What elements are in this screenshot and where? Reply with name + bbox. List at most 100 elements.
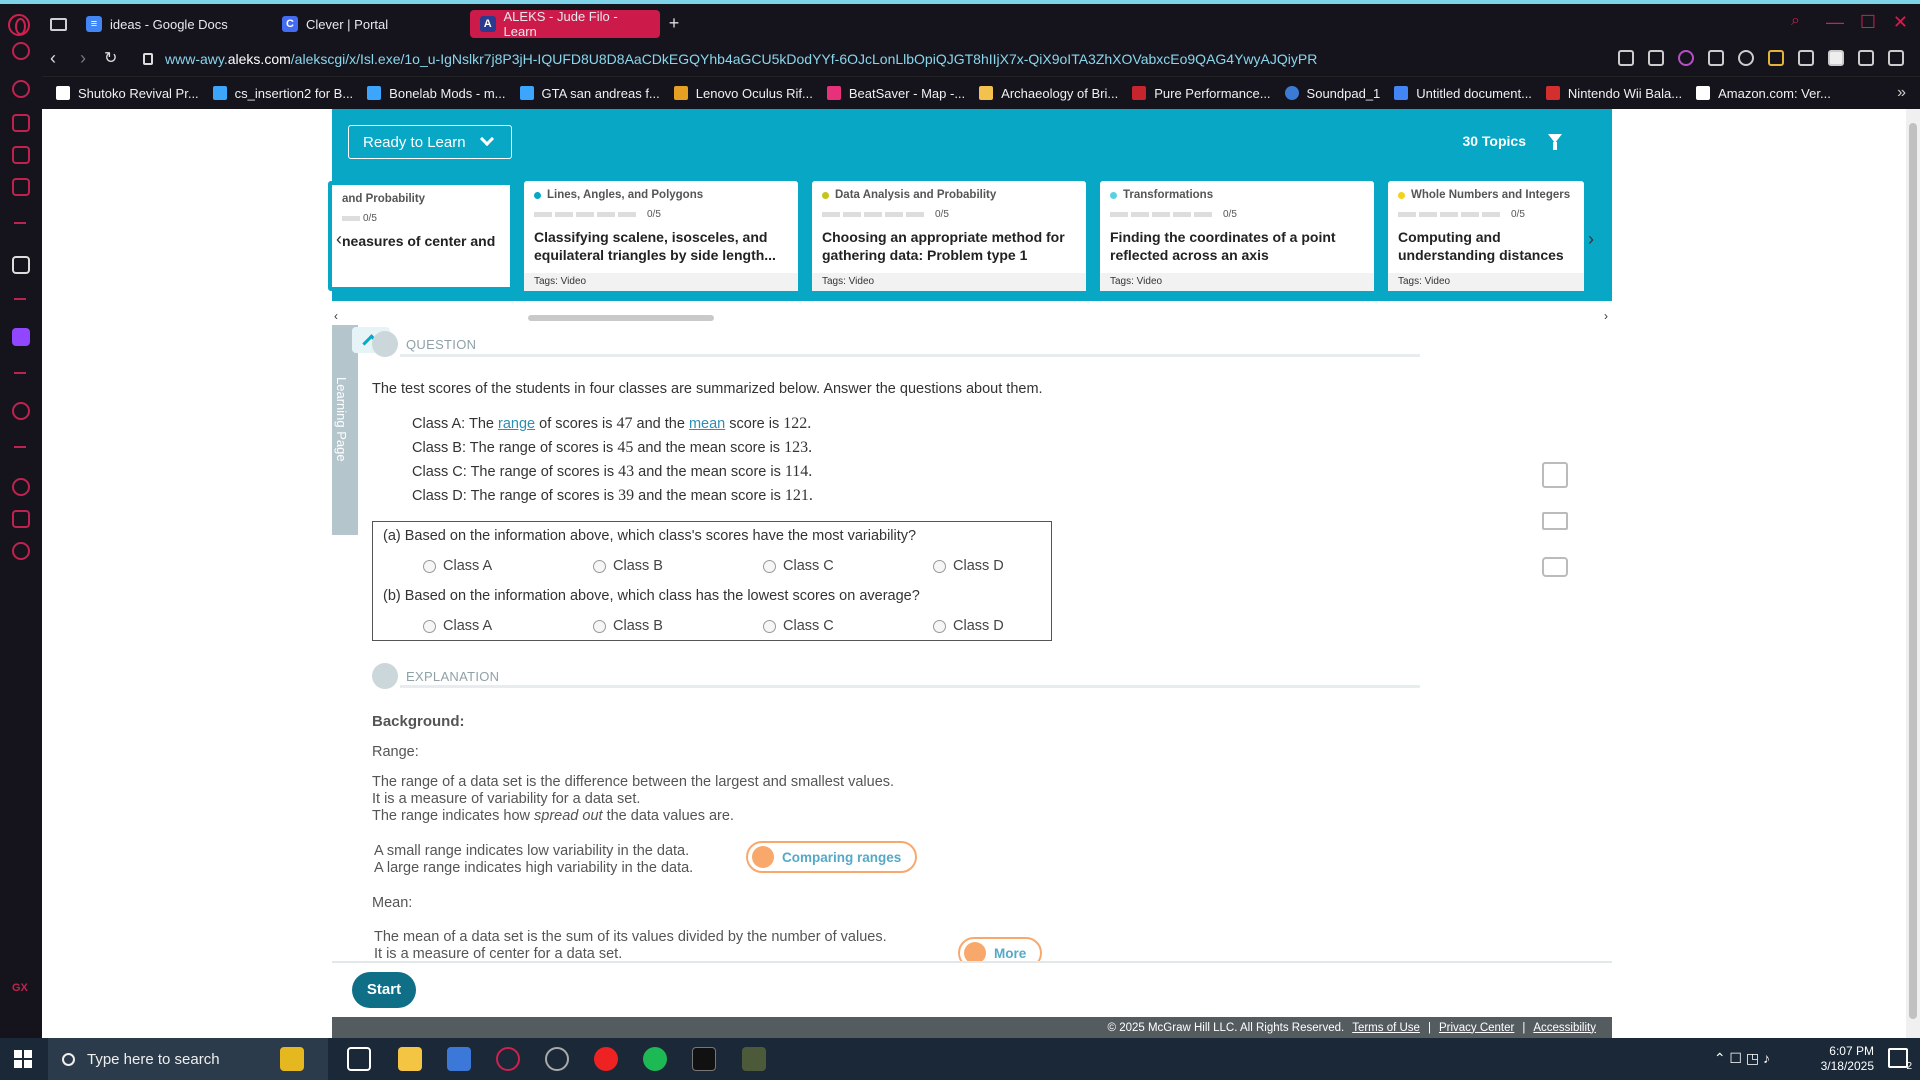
bookmark-item[interactable]: Lenovo Oculus Rif... (673, 86, 813, 101)
q-a-option-class-a[interactable]: Class A (423, 558, 492, 574)
search-tabs-icon[interactable]: ⌕ (1791, 12, 1800, 30)
privacy-center-link[interactable]: Privacy Center (1439, 1022, 1514, 1034)
q-b-option-class-c[interactable]: Class C (763, 618, 834, 634)
new-tab-button[interactable]: + (664, 14, 684, 34)
call-of-duty-icon[interactable] (692, 1047, 716, 1071)
back-icon[interactable]: ‹ (50, 48, 56, 69)
topic-card[interactable]: Data Analysis and Probability 0/5 Choosi… (812, 181, 1086, 291)
radio-button[interactable] (933, 619, 946, 633)
heart-icon[interactable] (1738, 50, 1754, 66)
topic-card[interactable]: Transformations 0/5 Finding the coordina… (1100, 181, 1374, 291)
forward-icon[interactable]: › (80, 48, 86, 69)
spotify-icon[interactable] (643, 1047, 667, 1071)
reload-icon[interactable]: ↻ (104, 48, 117, 68)
system-tray-icons[interactable]: ⌃ ☐ ◳ ♪ (1714, 1050, 1770, 1067)
page-scrollbar[interactable] (1906, 109, 1920, 1038)
bookmark-item[interactable]: GTA san andreas f... (519, 86, 660, 101)
file-explorer-icon[interactable] (398, 1047, 422, 1071)
tab-aleks-learn[interactable]: A ALEKS - Jude Filo - Learn (470, 9, 660, 39)
scroll-right-icon[interactable]: › (1604, 309, 1608, 323)
close-window-button[interactable]: ✕ (1893, 12, 1908, 33)
app-taskbar-icon[interactable] (545, 1047, 569, 1071)
player-icon[interactable] (12, 402, 30, 420)
bookmark-item[interactable]: BeatSaver - Map -... (826, 86, 965, 101)
bookmarks-overflow-icon[interactable]: » (1897, 84, 1906, 102)
carousel-next-icon[interactable]: › (1588, 229, 1594, 250)
q-b-option-class-b[interactable]: Class B (593, 618, 663, 634)
q-a-option-class-c[interactable]: Class C (763, 558, 834, 574)
profile-avatar[interactable] (1828, 50, 1844, 66)
messenger-icon[interactable] (12, 178, 30, 196)
radio-button[interactable] (933, 559, 946, 573)
opera-gx-logo-icon[interactable] (8, 14, 30, 36)
minimize-button[interactable]: — (1826, 12, 1844, 33)
microsoft-store-icon[interactable] (447, 1047, 471, 1071)
settings-gear-icon[interactable] (12, 542, 30, 560)
range-glossary-link[interactable]: range (498, 416, 535, 432)
gx-control-icon[interactable] (12, 114, 30, 132)
copilot-sparkle-icon[interactable] (280, 1047, 304, 1071)
opera-gx-taskbar-icon[interactable] (496, 1047, 520, 1071)
scrollbar-thumb[interactable] (528, 315, 714, 321)
learning-page-tab[interactable]: Learning Page (332, 325, 358, 535)
comparing-ranges-button[interactable]: Comparing ranges (746, 841, 918, 873)
q-a-option-class-d[interactable]: Class D (933, 558, 1004, 574)
cards-scrollbar[interactable]: ‹ › (332, 309, 1612, 323)
bookmark-item[interactable]: Untitled document... (1394, 86, 1532, 101)
ready-to-learn-dropdown[interactable]: Ready to Learn (348, 125, 512, 159)
topic-card[interactable]: Lines, Angles, and Polygons 0/5 Classify… (524, 181, 798, 291)
accessibility-link[interactable]: Accessibility (1533, 1022, 1596, 1034)
notification-icon[interactable]: 2 (1888, 1048, 1912, 1072)
youtube-taskbar-icon[interactable] (594, 1047, 618, 1071)
radio-button[interactable] (423, 619, 436, 633)
start-button[interactable]: Start (352, 972, 416, 1008)
carousel-prev-icon[interactable]: ‹ (336, 229, 342, 250)
snapshot-edit-icon[interactable] (1618, 50, 1634, 66)
extension-medal-icon[interactable] (1768, 50, 1784, 66)
cube-icon[interactable] (1798, 50, 1814, 66)
radio-button[interactable] (763, 619, 776, 633)
bookmark-item[interactable]: Amazon.com: Ver... (1696, 86, 1831, 101)
vpn-shield-icon[interactable] (1678, 50, 1694, 66)
radio-button[interactable] (423, 559, 436, 573)
tab-manager-icon[interactable] (50, 18, 67, 31)
game-taskbar-icon[interactable] (742, 1047, 766, 1071)
topic-card[interactable]: and Probability 0/5 neasures of center a… (328, 181, 514, 291)
url-field[interactable]: www-awy.aleks.com/alekscgi/x/Isl.exe/1o_… (165, 51, 1317, 67)
camera-icon[interactable] (1648, 50, 1664, 66)
task-view-icon[interactable] (347, 1047, 371, 1071)
filter-icon[interactable] (1548, 134, 1562, 150)
q-b-option-class-d[interactable]: Class D (933, 618, 1004, 634)
tab-google-docs[interactable]: ≡ ideas - Google Docs (76, 10, 238, 38)
maximize-button[interactable]: ☐ (1860, 12, 1876, 33)
send-icon[interactable] (1708, 50, 1724, 66)
scrollbar-thumb[interactable] (1909, 123, 1917, 1019)
mean-glossary-link[interactable]: mean (689, 416, 725, 432)
bookmark-item[interactable]: cs_insertion2 for B... (212, 86, 353, 101)
menu-icon[interactable] (1888, 50, 1904, 66)
download-icon[interactable] (1858, 50, 1874, 66)
radio-button[interactable] (593, 619, 606, 633)
bookmark-item[interactable]: Archaeology of Bri... (979, 86, 1118, 101)
calculator-icon[interactable] (1542, 462, 1568, 488)
scroll-left-icon[interactable]: ‹ (334, 309, 338, 323)
q-b-option-class-a[interactable]: Class A (423, 618, 492, 634)
terms-of-use-link[interactable]: Terms of Use (1352, 1022, 1420, 1034)
radio-button[interactable] (593, 559, 606, 573)
print-icon[interactable] (1542, 557, 1568, 577)
bookmark-item[interactable]: Nintendo Wii Bala... (1545, 86, 1682, 101)
windows-start-icon[interactable] (14, 1050, 32, 1068)
mail-icon[interactable] (1542, 512, 1568, 530)
topic-card[interactable]: Whole Numbers and Integers 0/5 Computing… (1388, 181, 1584, 291)
speed-dial-icon[interactable] (12, 80, 30, 98)
radio-button[interactable] (763, 559, 776, 573)
bookmark-item[interactable]: Soundpad_1 (1284, 86, 1380, 101)
reload-sidebar-icon[interactable] (12, 42, 30, 60)
aria-icon[interactable] (12, 256, 30, 274)
gx-corner-icon[interactable] (12, 146, 30, 164)
extensions-cube-icon[interactable] (12, 510, 30, 528)
twitch-icon[interactable] (12, 328, 30, 346)
bookmark-item[interactable]: Pure Performance... (1132, 86, 1271, 101)
bookmark-item[interactable]: Bonelab Mods - m... (367, 86, 506, 101)
history-icon[interactable] (12, 478, 30, 496)
